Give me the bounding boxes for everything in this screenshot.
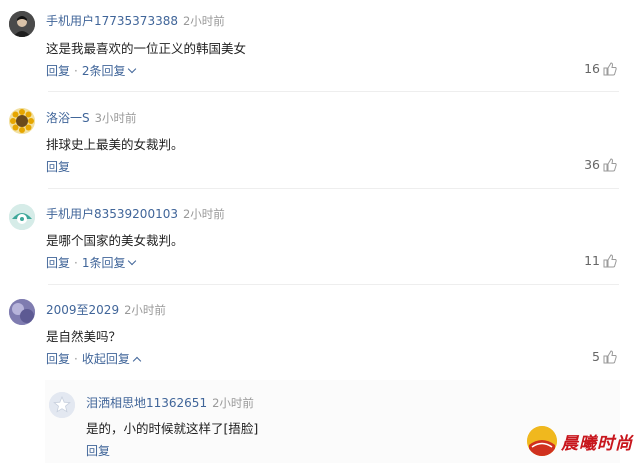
reply-button[interactable]: 回复 [46, 160, 70, 174]
divider [48, 188, 619, 189]
thumbs-up-icon [603, 349, 617, 363]
reply-text: 是的，小的时候就这样了[捂脸] [86, 421, 259, 436]
thumbs-up-icon [603, 157, 617, 171]
divider [48, 284, 619, 285]
like-button[interactable]: 16 [584, 61, 617, 76]
reply-button[interactable]: 回复 [46, 64, 70, 78]
comment-text: 是哪个国家的美女裁判。 [46, 233, 184, 248]
chevron-down-icon [128, 64, 137, 74]
comment-text: 这是我最喜欢的一位正义的韩国美女 [46, 41, 247, 56]
like-button[interactable]: 36 [584, 157, 617, 172]
username[interactable]: 手机用户83539200103 [46, 207, 178, 221]
comment-time: 2小时前 [182, 207, 225, 221]
view-replies-button[interactable]: 1条回复 [82, 256, 137, 270]
like-count: 36 [584, 157, 600, 172]
thumbs-up-icon [603, 61, 617, 75]
like-button[interactable]: 11 [584, 253, 617, 268]
dot-separator: · [74, 64, 78, 78]
comment-time: 2小时前 [182, 14, 225, 28]
user-avatar[interactable] [9, 204, 35, 230]
comment-time: 3小时前 [94, 111, 137, 125]
reply-button[interactable]: 回复 [86, 444, 110, 458]
reply-button[interactable]: 回复 [46, 256, 70, 270]
username[interactable]: 泪洒相思地11362651 [86, 396, 207, 410]
comment-text: 是自然美吗？ [46, 329, 122, 344]
chevron-down-icon [128, 256, 137, 266]
view-replies-button[interactable]: 2条回复 [82, 64, 137, 78]
comment-time: 2小时前 [212, 396, 254, 410]
like-button[interactable]: 5 [592, 349, 617, 364]
comment-text: 排球史上最美的女裁判。 [46, 137, 184, 152]
divider [48, 91, 619, 92]
user-avatar[interactable] [9, 108, 35, 134]
username[interactable]: 2009至2029 [46, 303, 119, 317]
like-count: 11 [584, 253, 600, 268]
chevron-up-icon [132, 356, 142, 366]
like-count: 16 [584, 61, 600, 76]
comment-time: 2小时前 [124, 303, 166, 317]
username[interactable]: 洛浴一S [46, 111, 90, 125]
user-avatar[interactable] [9, 299, 35, 325]
dot-separator: · [74, 352, 78, 366]
collapse-replies-button[interactable]: 收起回复 [82, 352, 142, 366]
user-avatar[interactable] [49, 392, 75, 418]
reply-button[interactable]: 回复 [46, 352, 70, 366]
sunrise-logo-icon [527, 426, 557, 456]
username[interactable]: 手机用户17735373388 [46, 14, 178, 28]
watermark-text: 晨曦时尚 [561, 433, 633, 454]
like-count: 5 [592, 349, 600, 364]
dot-separator: · [74, 256, 78, 270]
user-avatar[interactable] [9, 11, 35, 37]
watermark-logo: 晨曦时尚 [527, 424, 633, 458]
thumbs-up-icon [603, 253, 617, 267]
